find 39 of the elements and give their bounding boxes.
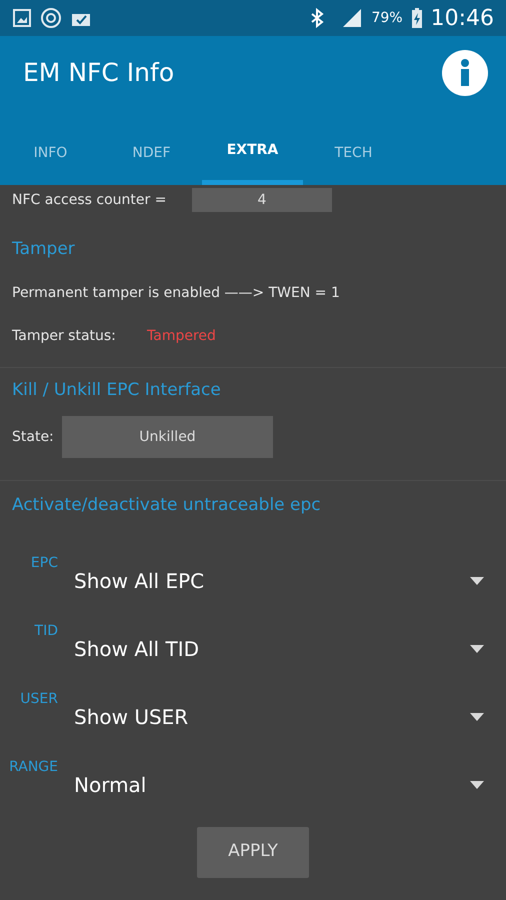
dropdown[interactable]: Normal [74, 770, 494, 800]
dropdown-value: Show USER [74, 704, 188, 730]
dropdown-value: Normal [74, 772, 146, 798]
dropdown-value: Show All TID [74, 636, 199, 662]
signal-icon [341, 8, 364, 28]
state-label: State: [12, 428, 55, 446]
caret-icon [470, 780, 484, 788]
dropdown[interactable]: Show USER [74, 702, 494, 732]
section-heading: Kill / Unkill EPC Interface [12, 378, 222, 402]
clock: 10:46 [430, 4, 494, 32]
dropdown-label: USER [19, 690, 58, 708]
tab[interactable]: TECH [303, 121, 404, 185]
section-heading: Tamper [12, 238, 76, 261]
tab[interactable]: INFO [0, 121, 101, 185]
tab[interactable]: NDEF [101, 121, 202, 185]
image-icon [12, 8, 32, 28]
dropdown-label: RANGE [8, 758, 58, 776]
dropdown[interactable]: Show All EPC [74, 566, 494, 596]
counter-label: NFC access counter = [12, 190, 168, 210]
battery-charging-icon [410, 7, 423, 29]
section-heading: Activate/deactivate untraceable epc [12, 494, 322, 517]
bluetooth-icon [309, 7, 326, 29]
app-title: EM NFC Info [23, 57, 174, 90]
status-value: Tampered [147, 326, 216, 346]
state-button[interactable]: Unkilled [62, 416, 273, 458]
counter-value: 4 [192, 188, 332, 212]
dropdown[interactable]: Show All TID [74, 634, 494, 664]
caret-icon [470, 644, 484, 652]
dropdown-label: EPC [30, 554, 58, 572]
dropdown-value: Show All EPC [74, 568, 204, 594]
apply-button[interactable]: APPLY [197, 826, 309, 878]
status-label: Tamper status: [12, 326, 117, 346]
tamper-message: Permanent tamper is enabled ——> TWEN = 1 [12, 284, 341, 302]
caret-icon [470, 712, 484, 720]
info-button[interactable] [442, 50, 488, 96]
caret-icon [470, 576, 484, 584]
dropdown-label: TID [34, 622, 58, 640]
battery-percent: 79% [371, 8, 403, 28]
info-icon [442, 50, 488, 96]
